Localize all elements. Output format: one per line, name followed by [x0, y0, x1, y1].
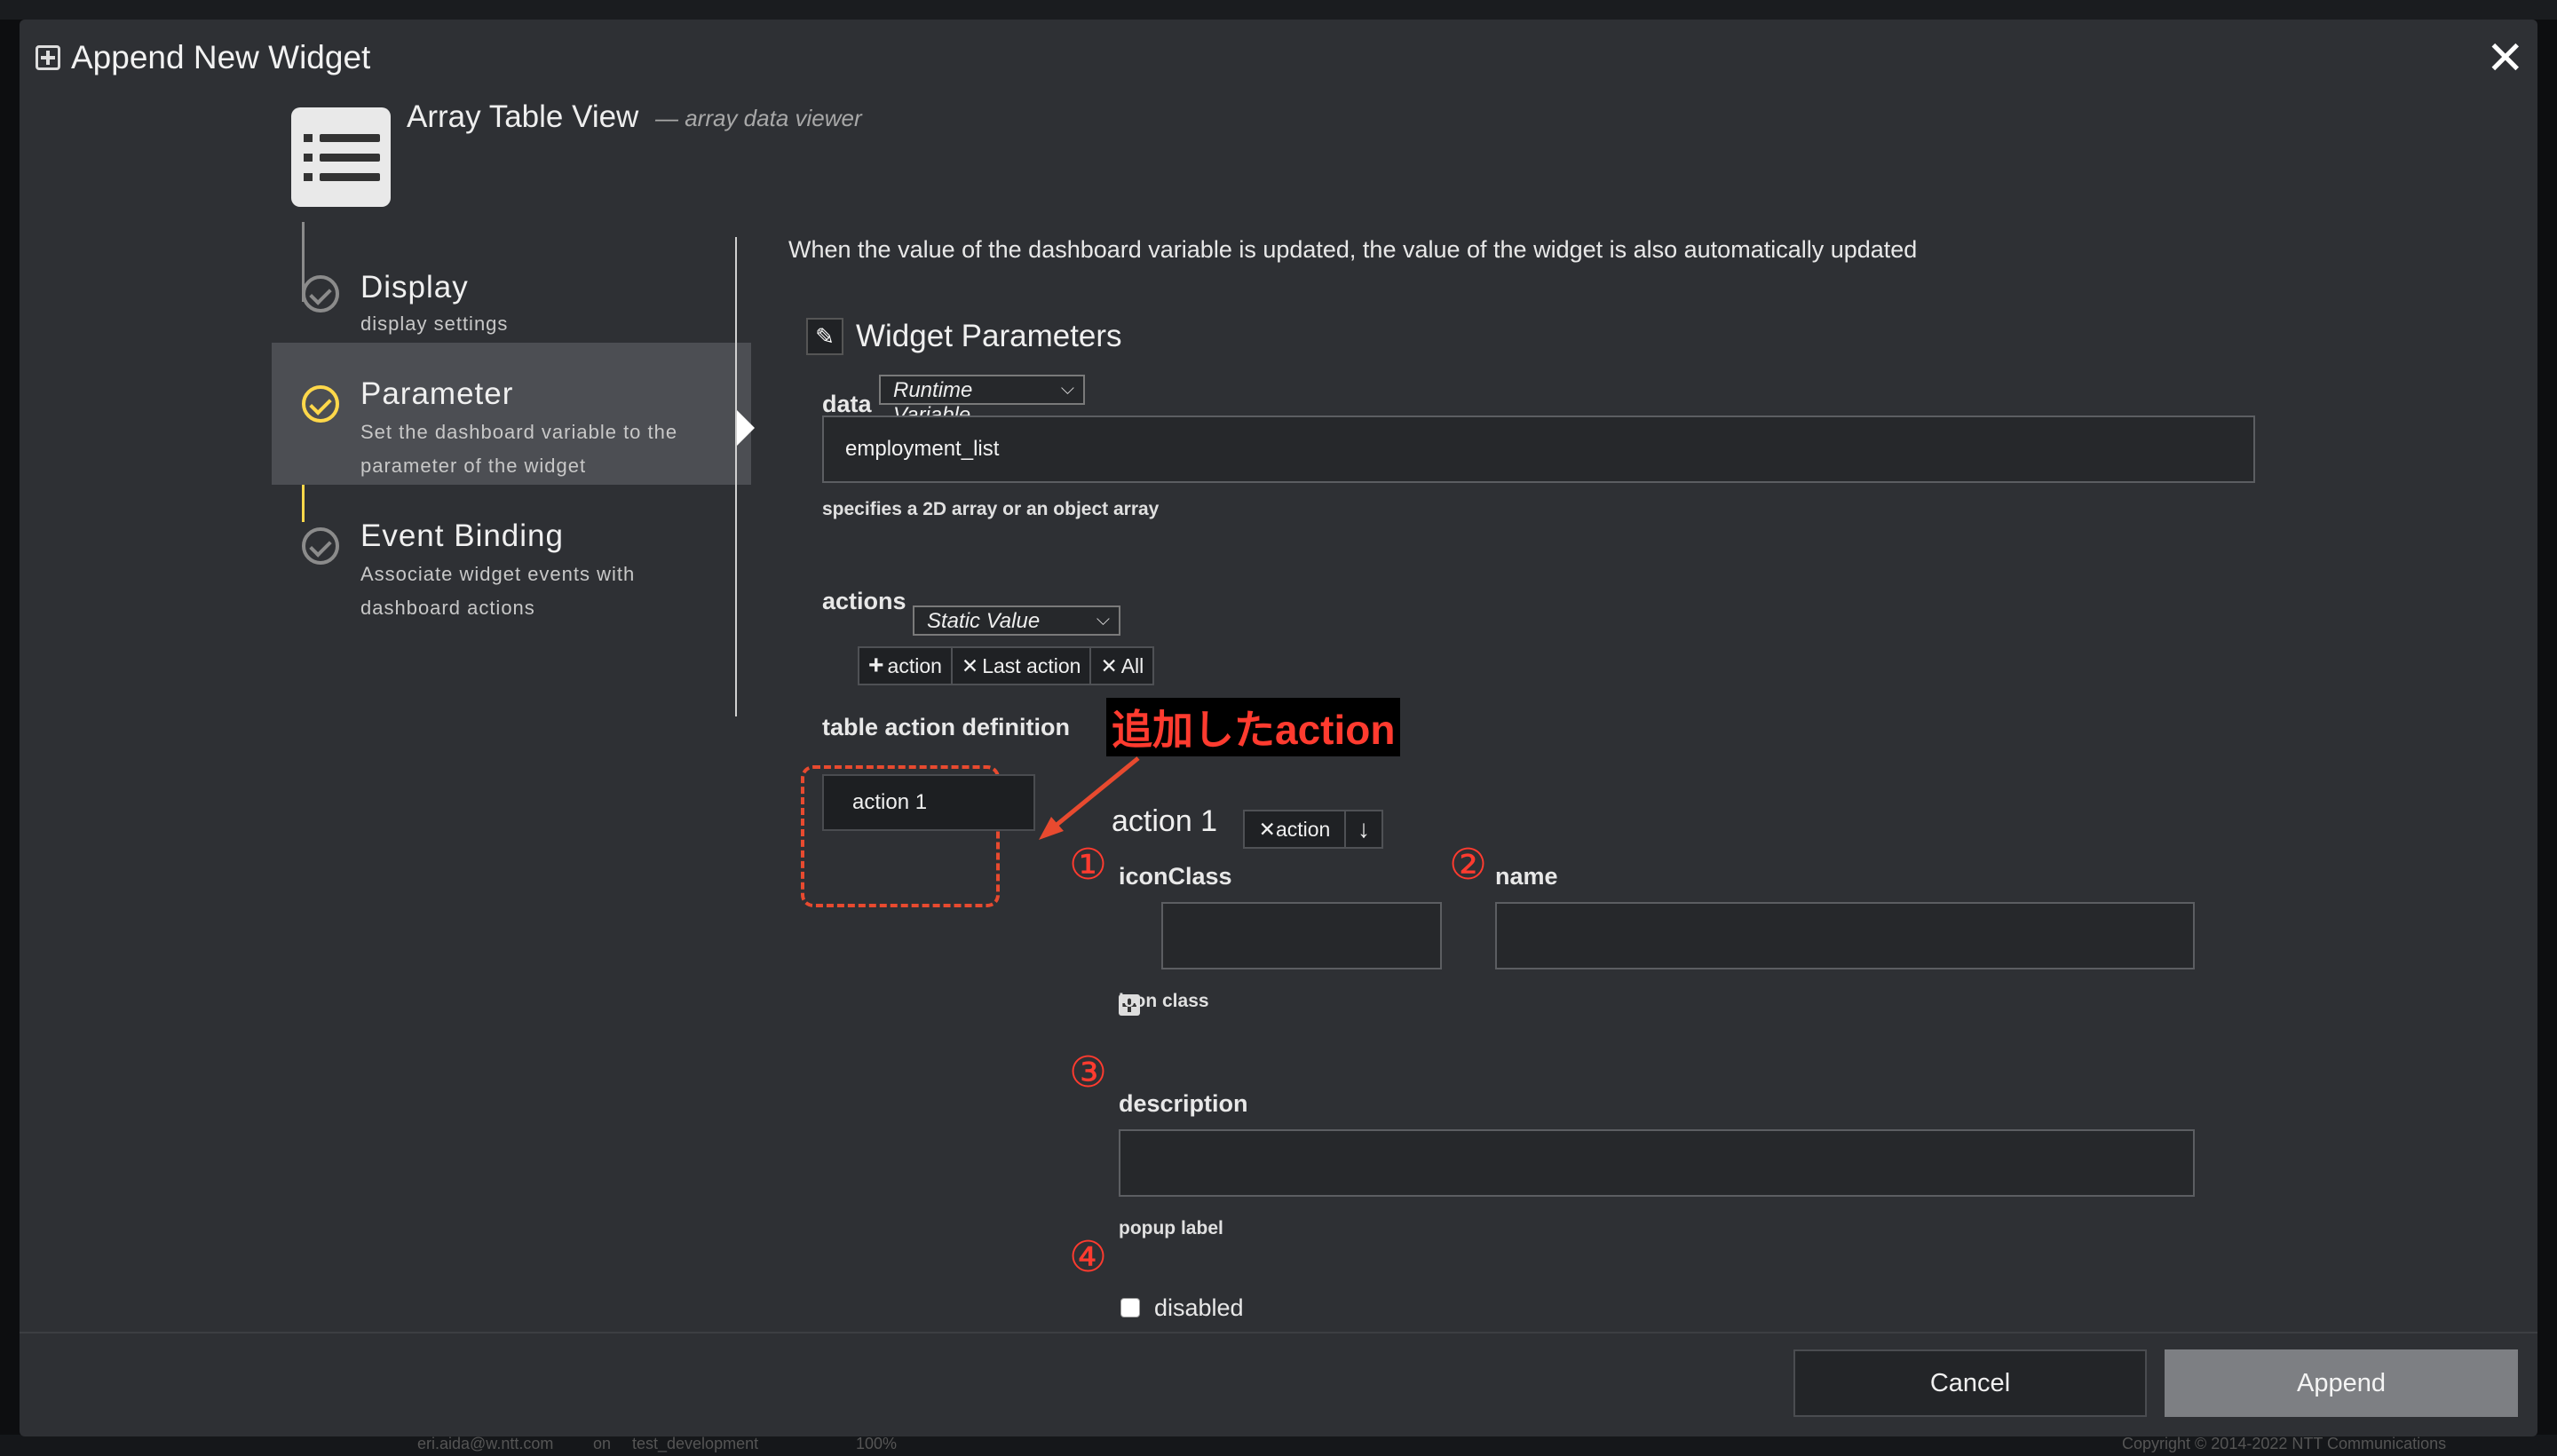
- append-button[interactable]: Append: [2165, 1349, 2518, 1417]
- step-event-binding[interactable]: Event Binding Associate widget events wi…: [272, 485, 751, 636]
- add-widget-icon: [36, 45, 60, 70]
- name-input[interactable]: [1495, 902, 2195, 969]
- status-user: eri.aida@w.ntt.com: [417, 1435, 554, 1452]
- annotation-label: 追加したaction: [1106, 698, 1401, 756]
- step-display[interactable]: Display display settings: [272, 247, 751, 353]
- marker-3: ③: [1069, 1049, 1108, 1096]
- action-item-label: action 1: [852, 790, 928, 814]
- table-list-icon: [291, 107, 391, 207]
- step-parameter[interactable]: Parameter Set the dashboard variable to …: [272, 343, 751, 485]
- status-on: on: [593, 1435, 612, 1452]
- widget-parameters-header: ✎ Widget Parameters: [806, 318, 1122, 355]
- chevron-down-icon: ⌵: [1096, 610, 1110, 629]
- disabled-label: disabled: [1154, 1294, 1244, 1321]
- data-label: data: [822, 391, 872, 417]
- close-icon: ✕: [1100, 653, 1118, 677]
- step-title: Parameter: [360, 376, 514, 411]
- remove-all-actions-button[interactable]: ✕ All: [1089, 646, 1155, 685]
- append-widget-modal: Append New Widget ✕ Array Table View — a…: [20, 20, 2537, 1436]
- section-title: Widget Parameters: [856, 319, 1122, 353]
- arrow-down-icon[interactable]: ↓: [1344, 810, 1383, 849]
- marker-2: ②: [1449, 842, 1488, 889]
- name-label: name: [1495, 863, 1558, 890]
- check-circle-icon: [302, 275, 339, 313]
- marker-1: ①: [1069, 842, 1108, 889]
- action-list-item[interactable]: action 1: [822, 774, 1035, 831]
- remove-last-action-button[interactable]: ✕ Last action: [950, 646, 1092, 685]
- step-subtitle: Set the dashboard variable to the parame…: [360, 421, 678, 477]
- footer-divider: [20, 1332, 2537, 1333]
- background-status-bar: eri.aida@w.ntt.com on test_development 1…: [0, 1435, 2557, 1456]
- modal-title: Append New Widget: [36, 39, 370, 76]
- data-value-text: employment_list: [845, 437, 1000, 461]
- actions-label: actions: [822, 588, 906, 614]
- marker-4: ④: [1069, 1234, 1108, 1281]
- steps-divider: [735, 237, 737, 716]
- close-icon: ✕: [961, 653, 979, 677]
- info-text: When the value of the dashboard variable…: [788, 236, 1918, 263]
- delete-action-label: action: [1275, 817, 1331, 841]
- modal-title-text: Append New Widget: [71, 39, 371, 75]
- status-project: test_development: [632, 1435, 759, 1452]
- check-circle-icon: [302, 385, 339, 423]
- step-subtitle: Associate widget events with dashboard a…: [360, 563, 636, 619]
- iconclass-hint: icon class: [1119, 991, 1209, 1011]
- remove-last-label: Last action: [982, 653, 1081, 677]
- step-subtitle: display settings: [360, 313, 509, 335]
- data-mode-select[interactable]: Runtime Variable ⌵: [879, 375, 1085, 427]
- add-action-label: action: [887, 653, 942, 677]
- close-icon: ✕: [1258, 817, 1276, 841]
- plus-icon: +: [868, 651, 884, 680]
- active-step-pointer: [737, 410, 755, 446]
- data-hint: specifies a 2D array or an object array: [822, 499, 1160, 519]
- add-action-button[interactable]: + action: [858, 646, 953, 685]
- actions-mode-select[interactable]: Static Value ⌵: [913, 605, 1120, 636]
- chevron-down-icon: ⌵: [1060, 379, 1074, 399]
- status-zoom: 100%: [856, 1435, 898, 1452]
- background-app-header: [0, 0, 2557, 20]
- pencil-icon: ✎: [806, 318, 843, 355]
- close-icon[interactable]: ✕: [2486, 32, 2525, 85]
- check-circle-icon: [302, 527, 339, 565]
- iconclass-input[interactable]: [1161, 902, 1442, 969]
- data-value-input[interactable]: employment_list: [822, 415, 2255, 483]
- widget-description: — array data viewer: [655, 105, 862, 131]
- table-action-definition-label: table action definition: [822, 714, 1071, 740]
- cancel-button[interactable]: Cancel: [1793, 1349, 2147, 1417]
- delete-action-button[interactable]: ✕ action: [1243, 810, 1346, 849]
- step-title: Event Binding: [360, 518, 564, 553]
- description-hint: popup label: [1119, 1218, 1223, 1238]
- status-copyright: Copyright © 2014-2022 NTT Communications: [2122, 1435, 2447, 1452]
- iconclass-label: iconClass: [1119, 863, 1232, 890]
- widget-name: Array Table View: [407, 99, 639, 134]
- action-detail-title: action 1: [1112, 804, 1218, 838]
- actions-mode-value: Static Value: [927, 609, 1041, 633]
- remove-all-label: All: [1120, 653, 1144, 677]
- description-label: description: [1119, 1090, 1248, 1117]
- description-input[interactable]: [1119, 1129, 2195, 1197]
- actions-button-group: + action ✕ Last action ✕ All: [858, 646, 1155, 685]
- disabled-checkbox[interactable]: [1120, 1298, 1140, 1318]
- step-title: Display: [360, 270, 469, 305]
